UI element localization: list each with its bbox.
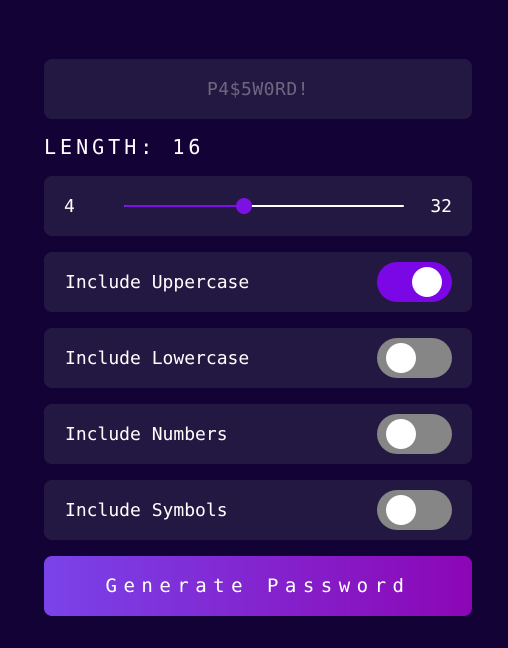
uppercase-toggle[interactable] (377, 262, 452, 302)
numbers-toggle[interactable] (377, 414, 452, 454)
option-label-symbols: Include Symbols (65, 499, 228, 521)
password-placeholder: P4$5W0RD! (206, 78, 310, 100)
option-label-uppercase: Include Uppercase (65, 271, 250, 293)
toggle-knob (412, 267, 442, 297)
slider-max-label: 32 (430, 195, 452, 217)
symbols-toggle[interactable] (377, 490, 452, 530)
generate-password-button[interactable]: Generate Password (44, 556, 472, 616)
option-lowercase: Include Lowercase (44, 328, 472, 388)
slider-min-label: 4 (64, 195, 75, 217)
option-numbers: Include Numbers (44, 404, 472, 464)
length-slider-panel: 4 32 (44, 176, 472, 236)
slider-thumb[interactable] (236, 198, 252, 214)
option-label-lowercase: Include Lowercase (65, 347, 250, 369)
length-label: LENGTH: 16 (44, 135, 205, 159)
password-output[interactable]: P4$5W0RD! (44, 59, 472, 119)
toggle-knob (386, 495, 416, 525)
toggle-knob (386, 419, 416, 449)
password-generator: P4$5W0RD! LENGTH: 16 4 32 Include Upperc… (44, 59, 472, 616)
lowercase-toggle[interactable] (377, 338, 452, 378)
length-slider[interactable] (124, 198, 404, 214)
option-symbols: Include Symbols (44, 480, 472, 540)
toggle-knob (386, 343, 416, 373)
slider-fill (124, 205, 244, 207)
option-label-numbers: Include Numbers (65, 423, 228, 445)
option-uppercase: Include Uppercase (44, 252, 472, 312)
